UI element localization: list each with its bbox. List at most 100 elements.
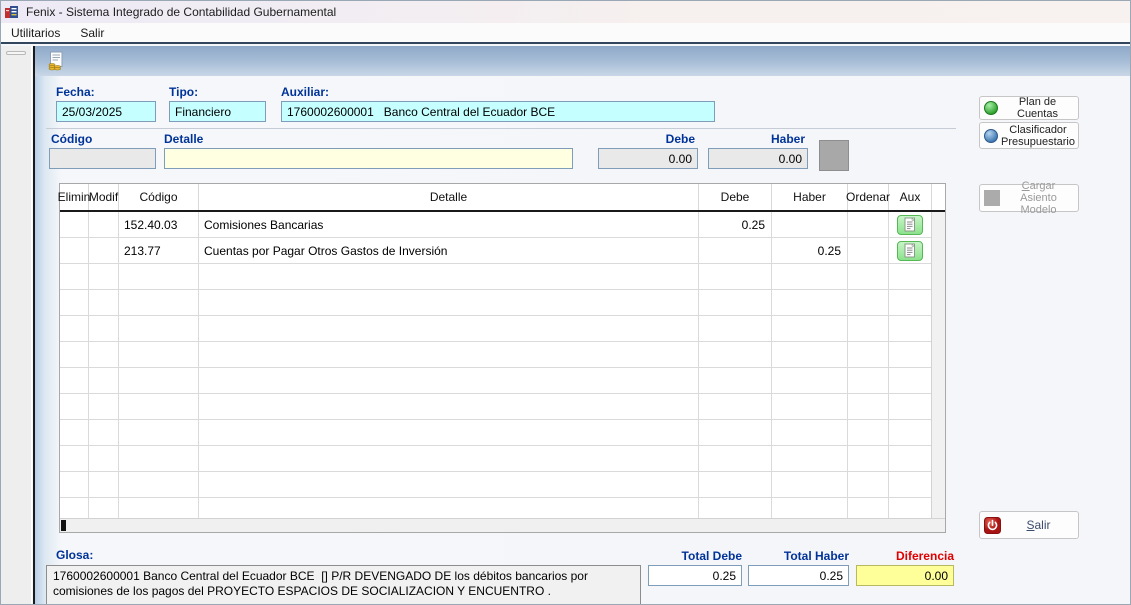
haber-entry-input[interactable]	[708, 148, 808, 169]
cell-elimin	[60, 472, 89, 497]
cell-elimin	[60, 316, 89, 341]
detalle-entry-input[interactable]	[164, 148, 573, 169]
horizontal-scrollbar[interactable]	[60, 518, 945, 532]
cell-detalle	[199, 316, 699, 341]
clasificador-label: Clasificador Presupuestario	[1001, 123, 1075, 148]
cell-ordenar	[848, 368, 889, 393]
cell-modif	[89, 290, 119, 315]
table-row[interactable]	[60, 420, 945, 446]
cell-codigo	[119, 472, 199, 497]
table-row[interactable]: 152.40.03 Comisiones Bancarias 0.25	[60, 212, 945, 238]
column-header-debe[interactable]: Debe	[699, 184, 772, 210]
cell-codigo	[119, 368, 199, 393]
column-header-modif[interactable]: Modif	[89, 184, 119, 210]
scrollbar-thumb[interactable]	[61, 520, 66, 531]
panel-splitter-grip[interactable]	[6, 51, 26, 55]
debe-entry-input[interactable]	[598, 148, 698, 169]
tipo-input[interactable]	[169, 101, 266, 122]
cell-ordenar	[848, 394, 889, 419]
cell-codigo: 213.77	[119, 238, 199, 263]
cell-ordenar	[848, 498, 889, 518]
cell-modif	[89, 264, 119, 289]
cell-codigo	[119, 498, 199, 518]
cell-detalle	[199, 264, 699, 289]
cell-detalle	[199, 420, 699, 445]
cell-detalle	[199, 498, 699, 518]
table-row[interactable]	[60, 394, 945, 420]
cell-detalle	[199, 368, 699, 393]
cell-aux	[889, 316, 932, 341]
detalle-label: Detalle	[164, 132, 204, 146]
cell-debe	[699, 498, 772, 518]
column-header-aux[interactable]: Aux	[889, 184, 932, 210]
cell-aux	[889, 212, 932, 237]
plan-de-cuentas-button[interactable]: Plan de Cuentas	[979, 96, 1079, 120]
cell-detalle	[199, 446, 699, 471]
column-header-ordenar[interactable]: Ordenar	[846, 184, 890, 210]
cell-modif	[89, 368, 119, 393]
clasificador-presupuestario-button[interactable]: Clasificador Presupuestario	[979, 122, 1079, 149]
cell-ordenar	[848, 472, 889, 497]
column-header-codigo[interactable]: Código	[119, 184, 199, 210]
menu-utilitarios[interactable]: Utilitarios	[1, 24, 70, 42]
fecha-input[interactable]	[56, 101, 156, 122]
aux-detail-button[interactable]	[897, 214, 923, 235]
menu-salir[interactable]: Salir	[70, 24, 114, 42]
column-header-elimin[interactable]: Elimin	[58, 184, 90, 210]
cell-detalle	[199, 290, 699, 315]
cell-debe: 0.25	[699, 212, 772, 237]
table-row[interactable]	[60, 264, 945, 290]
new-journal-entry-icon[interactable]	[45, 50, 67, 72]
table-row[interactable]	[60, 446, 945, 472]
codigo-label: Código	[51, 132, 93, 146]
tipo-label: Tipo:	[169, 85, 199, 99]
cell-debe	[699, 472, 772, 497]
cell-haber	[772, 472, 848, 497]
table-row[interactable]	[60, 316, 945, 342]
column-header-detalle[interactable]: Detalle	[199, 184, 699, 210]
salir-button[interactable]: Salir	[979, 511, 1079, 539]
cell-modif	[89, 498, 119, 518]
table-header: Elimin Modif Código Detalle Debe Haber Ordenar…	[58, 184, 945, 212]
table-row[interactable]	[60, 498, 945, 518]
cell-debe	[699, 420, 772, 445]
cargar-asiento-modelo-button[interactable]: Cargar Asiento Modelo	[979, 180, 1079, 216]
cell-haber	[772, 498, 848, 518]
cell-codigo	[119, 264, 199, 289]
vertical-scrollbar[interactable]	[931, 212, 945, 518]
cell-codigo	[119, 446, 199, 471]
glosa-textarea[interactable]: 1760002600001 Banco Central del Ecuador …	[46, 565, 641, 604]
cell-ordenar	[848, 264, 889, 289]
glosa-label: Glosa:	[56, 548, 94, 562]
table-row[interactable]	[60, 368, 945, 394]
table-row[interactable]	[60, 290, 945, 316]
column-header-haber[interactable]: Haber	[772, 184, 848, 210]
power-icon	[984, 516, 1001, 534]
cell-codigo	[119, 342, 199, 367]
table-row[interactable]	[60, 472, 945, 498]
cell-aux	[889, 342, 932, 367]
cell-elimin	[60, 394, 89, 419]
codigo-entry-input[interactable]	[49, 148, 156, 169]
table-row[interactable]	[60, 342, 945, 368]
aux-detail-button[interactable]	[897, 240, 923, 261]
cell-ordenar	[848, 290, 889, 315]
cell-elimin	[60, 212, 89, 237]
cell-detalle	[199, 342, 699, 367]
cell-debe	[699, 264, 772, 289]
cell-detalle: Comisiones Bancarias	[199, 212, 699, 237]
cell-aux	[889, 446, 932, 471]
gray-square-icon	[984, 190, 1000, 206]
entries-table: Elimin Modif Código Detalle Debe Haber Ordenar…	[58, 183, 946, 533]
cell-detalle	[199, 394, 699, 419]
cell-elimin	[60, 264, 89, 289]
left-collapsed-panel	[1, 46, 32, 604]
auxiliar-input[interactable]	[281, 101, 715, 122]
cell-aux	[889, 498, 932, 518]
green-sphere-icon	[984, 101, 998, 115]
total-haber-field	[748, 565, 849, 586]
table-row[interactable]: 213.77 Cuentas por Pagar Otros Gastos de …	[60, 238, 945, 264]
cell-haber	[772, 342, 848, 367]
window-title: Fenix - Sistema Integrado de Contabilida…	[26, 5, 337, 19]
entry-action-button[interactable]	[819, 140, 849, 171]
